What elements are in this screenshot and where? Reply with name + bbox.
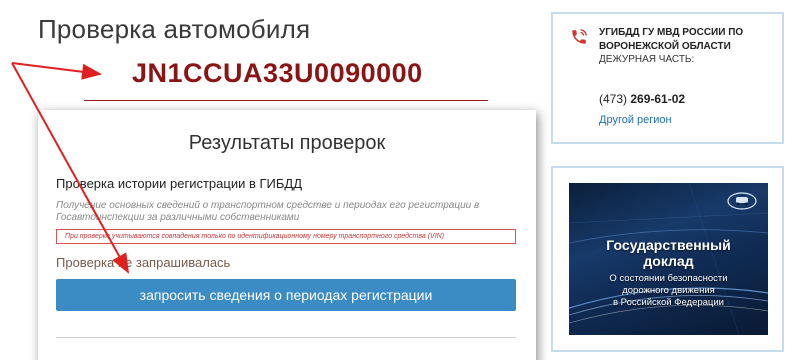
other-region-link[interactable]: Другой регион [599,114,672,126]
phone-icon [572,29,587,44]
report-title-line2: доклад [643,253,694,269]
report-subtitle: О состоянии безопасности дорожного движе… [575,273,762,309]
state-report-banner[interactable]: Государственный доклад О состоянии безоп… [569,183,768,335]
check-title: Проверка истории регистрации в ГИБДД [56,176,303,191]
phone-number[interactable]: 269-61-02 [630,92,685,106]
phone-line: (473) 269-61-02 [599,92,685,106]
report-title: Государственный доклад [569,237,768,269]
results-card: Результаты проверок Проверка истории рег… [38,110,536,360]
report-subtitle-line1: О состоянии безопасности [609,273,728,284]
gibdd-contact-card: УГИБДД ГУ МВД РОССИИ ПО ВОРОНЕЖСКОЙ ОБЛА… [551,12,784,144]
report-title-line1: Государственный [606,237,731,253]
phone-code: (473) [599,92,628,106]
vin-warning-notice: При проверке учитываются совпадения толь… [56,229,516,244]
report-subtitle-line3: в Российской Федерации [613,297,724,308]
report-subtitle-line2: дорожного движения [622,285,715,296]
card-divider [56,337,516,338]
results-title: Результаты проверок [188,132,386,154]
request-registration-periods-button[interactable]: запросить сведения о периодах регистраци… [56,279,516,311]
report-card: Государственный доклад О состоянии безоп… [551,166,784,352]
emblem-icon [727,192,757,210]
gibdd-department-name: УГИБДД ГУ МВД РОССИИ ПО ВОРОНЕЖСКОЙ ОБЛА… [599,27,744,52]
vin-underline [84,100,488,101]
arrow-to-vin [11,62,102,80]
page-title: Проверка автомобиля [38,14,311,44]
vin-number: JN1CCUA33U0090000 [132,58,423,88]
check-description: Получение основных сведений о транспортн… [56,200,480,223]
check-status: Проверка не запрашивалась [56,255,231,270]
duty-label: ДЕЖУРНАЯ ЧАСТЬ: [599,54,695,65]
